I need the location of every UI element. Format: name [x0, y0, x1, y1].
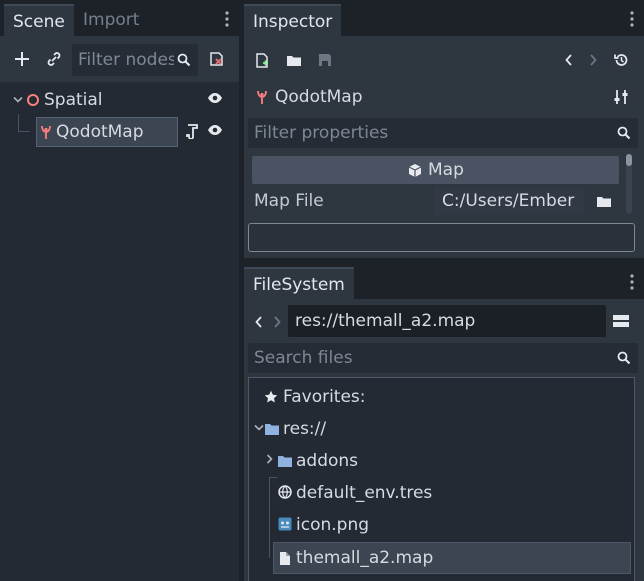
search-icon	[177, 53, 191, 67]
qodot-node-icon	[39, 124, 53, 140]
link-icon[interactable]	[44, 49, 64, 69]
file-item-default-env[interactable]: default_env.tres	[296, 478, 432, 508]
scene-dock: Scene Import Spatial	[0, 0, 239, 581]
spatial-node-icon	[26, 93, 40, 107]
file-item-res-root[interactable]: res://	[283, 414, 326, 444]
scene-tabbar: Scene Import	[0, 0, 239, 36]
inspector-tabbar: Inspector	[244, 0, 644, 36]
history-icon[interactable]	[612, 52, 630, 68]
map-section-header[interactable]: Map	[252, 156, 619, 184]
folder-icon	[276, 453, 294, 469]
history-back-icon[interactable]	[562, 52, 576, 68]
tree-guide-line	[269, 478, 270, 558]
filter-nodes-input[interactable]	[78, 49, 174, 71]
visibility-eye-icon[interactable]	[206, 90, 224, 106]
map-file-value-text: C:/Users/Ember	[442, 191, 575, 211]
search-icon	[617, 351, 631, 365]
tree-node-qodotmap: QodotMap	[56, 122, 144, 142]
chevron-down-icon[interactable]	[12, 94, 24, 106]
nav-back-icon[interactable]	[253, 314, 265, 330]
inspector-scrollbar[interactable]	[626, 154, 632, 214]
tree-guide-line	[18, 114, 30, 132]
inspector-empty-field[interactable]	[248, 223, 635, 252]
path-field[interactable]	[288, 305, 606, 337]
favorites-label[interactable]: Favorites:	[283, 382, 366, 412]
inspector-scrollbar-thumb[interactable]	[626, 154, 632, 166]
folder-icon	[263, 421, 281, 437]
add-node-icon[interactable]	[12, 49, 32, 69]
search-files-input[interactable]	[254, 347, 604, 369]
image-file-icon	[277, 516, 293, 532]
filesystem-dock: FileSystem Favorites: res://	[244, 263, 644, 581]
inspector-dock: Inspector QodotMap Map	[244, 0, 644, 258]
filter-properties-input[interactable]	[254, 122, 604, 144]
script-icon[interactable]	[184, 122, 200, 140]
visibility-eye-icon[interactable]	[206, 122, 224, 138]
filesystem-tabbar: FileSystem	[244, 263, 644, 299]
file-tree: Favorites: res:// addons default_env.tre…	[248, 377, 635, 581]
scene-toolbar	[0, 36, 239, 82]
object-properties-icon[interactable]	[612, 88, 630, 106]
tab-filesystem[interactable]: FileSystem	[244, 267, 354, 299]
search-files-field[interactable]	[248, 343, 638, 373]
tab-import[interactable]: Import	[74, 4, 148, 36]
tab-scene[interactable]: Scene	[4, 4, 74, 36]
remote-scene-icon[interactable]	[206, 49, 226, 69]
open-folder-icon[interactable]	[285, 52, 303, 68]
tree-guide-line	[269, 477, 277, 478]
file-item-icon-png[interactable]: icon.png	[296, 510, 369, 540]
scene-tree: Spatial QodotMap	[4, 82, 235, 581]
file-icon	[277, 549, 293, 567]
filesystem-menu-icon[interactable]	[627, 272, 637, 292]
inspector-object-name: QodotMap	[275, 87, 363, 107]
star-icon	[263, 389, 279, 405]
filter-properties-field[interactable]	[248, 118, 638, 148]
globe-icon	[277, 484, 293, 500]
nav-forward-icon[interactable]	[271, 314, 283, 330]
split-view-icon[interactable]	[612, 311, 630, 331]
filter-nodes-field[interactable]	[72, 44, 198, 76]
tab-inspector[interactable]: Inspector	[244, 4, 342, 36]
browse-folder-icon[interactable]	[594, 192, 614, 210]
tree-node-spatial[interactable]: Spatial	[44, 85, 103, 115]
history-forward-icon[interactable]	[586, 52, 600, 68]
inspector-menu-icon[interactable]	[627, 9, 637, 29]
search-icon	[617, 126, 631, 140]
chevron-right-icon[interactable]	[265, 452, 275, 466]
scene-menu-icon[interactable]	[222, 9, 232, 29]
file-item-addons[interactable]: addons	[296, 446, 358, 476]
cube-icon	[407, 162, 423, 178]
map-file-property-label: Map File	[254, 191, 324, 211]
qodot-node-icon	[255, 88, 269, 106]
map-file-value[interactable]: C:/Users/Ember	[434, 187, 584, 215]
new-resource-icon[interactable]	[254, 52, 270, 68]
save-icon[interactable]	[317, 52, 333, 68]
file-item-themall-map: themall_a2.map	[296, 548, 434, 568]
path-input[interactable]	[295, 310, 595, 332]
map-section-label: Map	[428, 160, 464, 180]
